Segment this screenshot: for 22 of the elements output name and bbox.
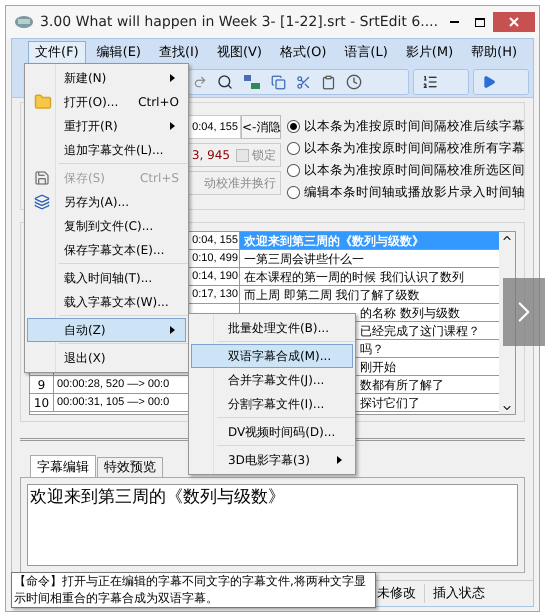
tooltip: 【命令】打开与正在编辑的字幕不同文字的字幕文件,将两种文字显示时间相重合的字幕合成为双语字幕。 [11, 572, 376, 608]
time-cell-text: 00:00:31, 105 —> 00:0 [57, 395, 170, 410]
time-cell-text: 0:17, 130 [192, 287, 238, 302]
subtitle-text-cell-text: 而上周 即第二周 我们了解了级数 [244, 286, 420, 304]
time-cell-text: 00:00:28, 520 —> 00:0 [57, 377, 170, 392]
subtitle-text-cell-text: 的名称 数列与级数 [360, 304, 460, 322]
subtitle-text-cell-text: 数都有所了解了 [360, 376, 444, 394]
time-cell-text: 0:10, 499 [192, 251, 238, 266]
lock-label: 锁定 [252, 147, 276, 164]
row-number: 10 [34, 394, 50, 412]
row-number: 9 [38, 376, 46, 394]
window-title: 3.00 What will happen in Week 3- [1-22].srt - SrtEdit 6.... [40, 12, 438, 32]
subtitle-text-cell-text: 已经完成了这门课程？ [360, 322, 480, 340]
subtitle-text-cell-text: 一第三周会讲些什么一 [244, 250, 364, 268]
subtitle-text-cell-text: 在本课程的第一周的时候 我们认识了数列 [244, 268, 464, 286]
time-cell-text: 0:04, 155 [192, 233, 238, 248]
subtitle-text-cell-text: 欢迎来到第三周的《数列与级数》 [244, 232, 424, 250]
time-cell-text: 0:14, 190 [192, 269, 238, 284]
subtitle-text-cell-text: 探讨它们了 [360, 394, 420, 412]
subtitle-text-cell-text: 刚开始 [360, 358, 396, 376]
status-text: 插入状态 [424, 584, 493, 604]
subtitle-text-cell-text: 吗？ [360, 340, 384, 358]
